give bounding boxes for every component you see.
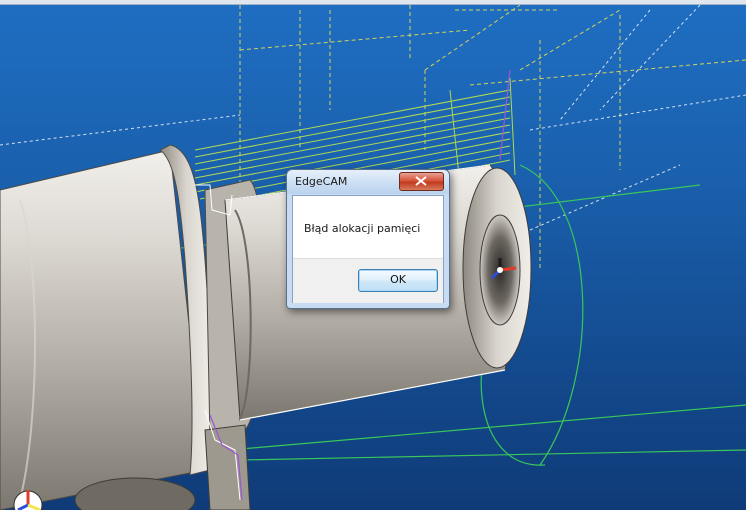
dialog-title: EdgeCAM <box>295 175 348 188</box>
dialog-titlebar[interactable]: EdgeCAM <box>287 170 449 194</box>
ok-button[interactable]: OK <box>358 269 438 292</box>
cad-viewport[interactable]: EdgeCAM Błąd alokacji pamięci OK <box>0 0 746 510</box>
close-icon <box>415 176 427 186</box>
error-message: Błąd alokacji pamięci <box>304 222 421 235</box>
close-button[interactable] <box>399 172 444 191</box>
dialog-client: Błąd alokacji pamięci OK <box>292 195 444 303</box>
dialog-button-bar: OK <box>293 258 443 303</box>
error-dialog[interactable]: EdgeCAM Błąd alokacji pamięci OK <box>286 169 450 309</box>
